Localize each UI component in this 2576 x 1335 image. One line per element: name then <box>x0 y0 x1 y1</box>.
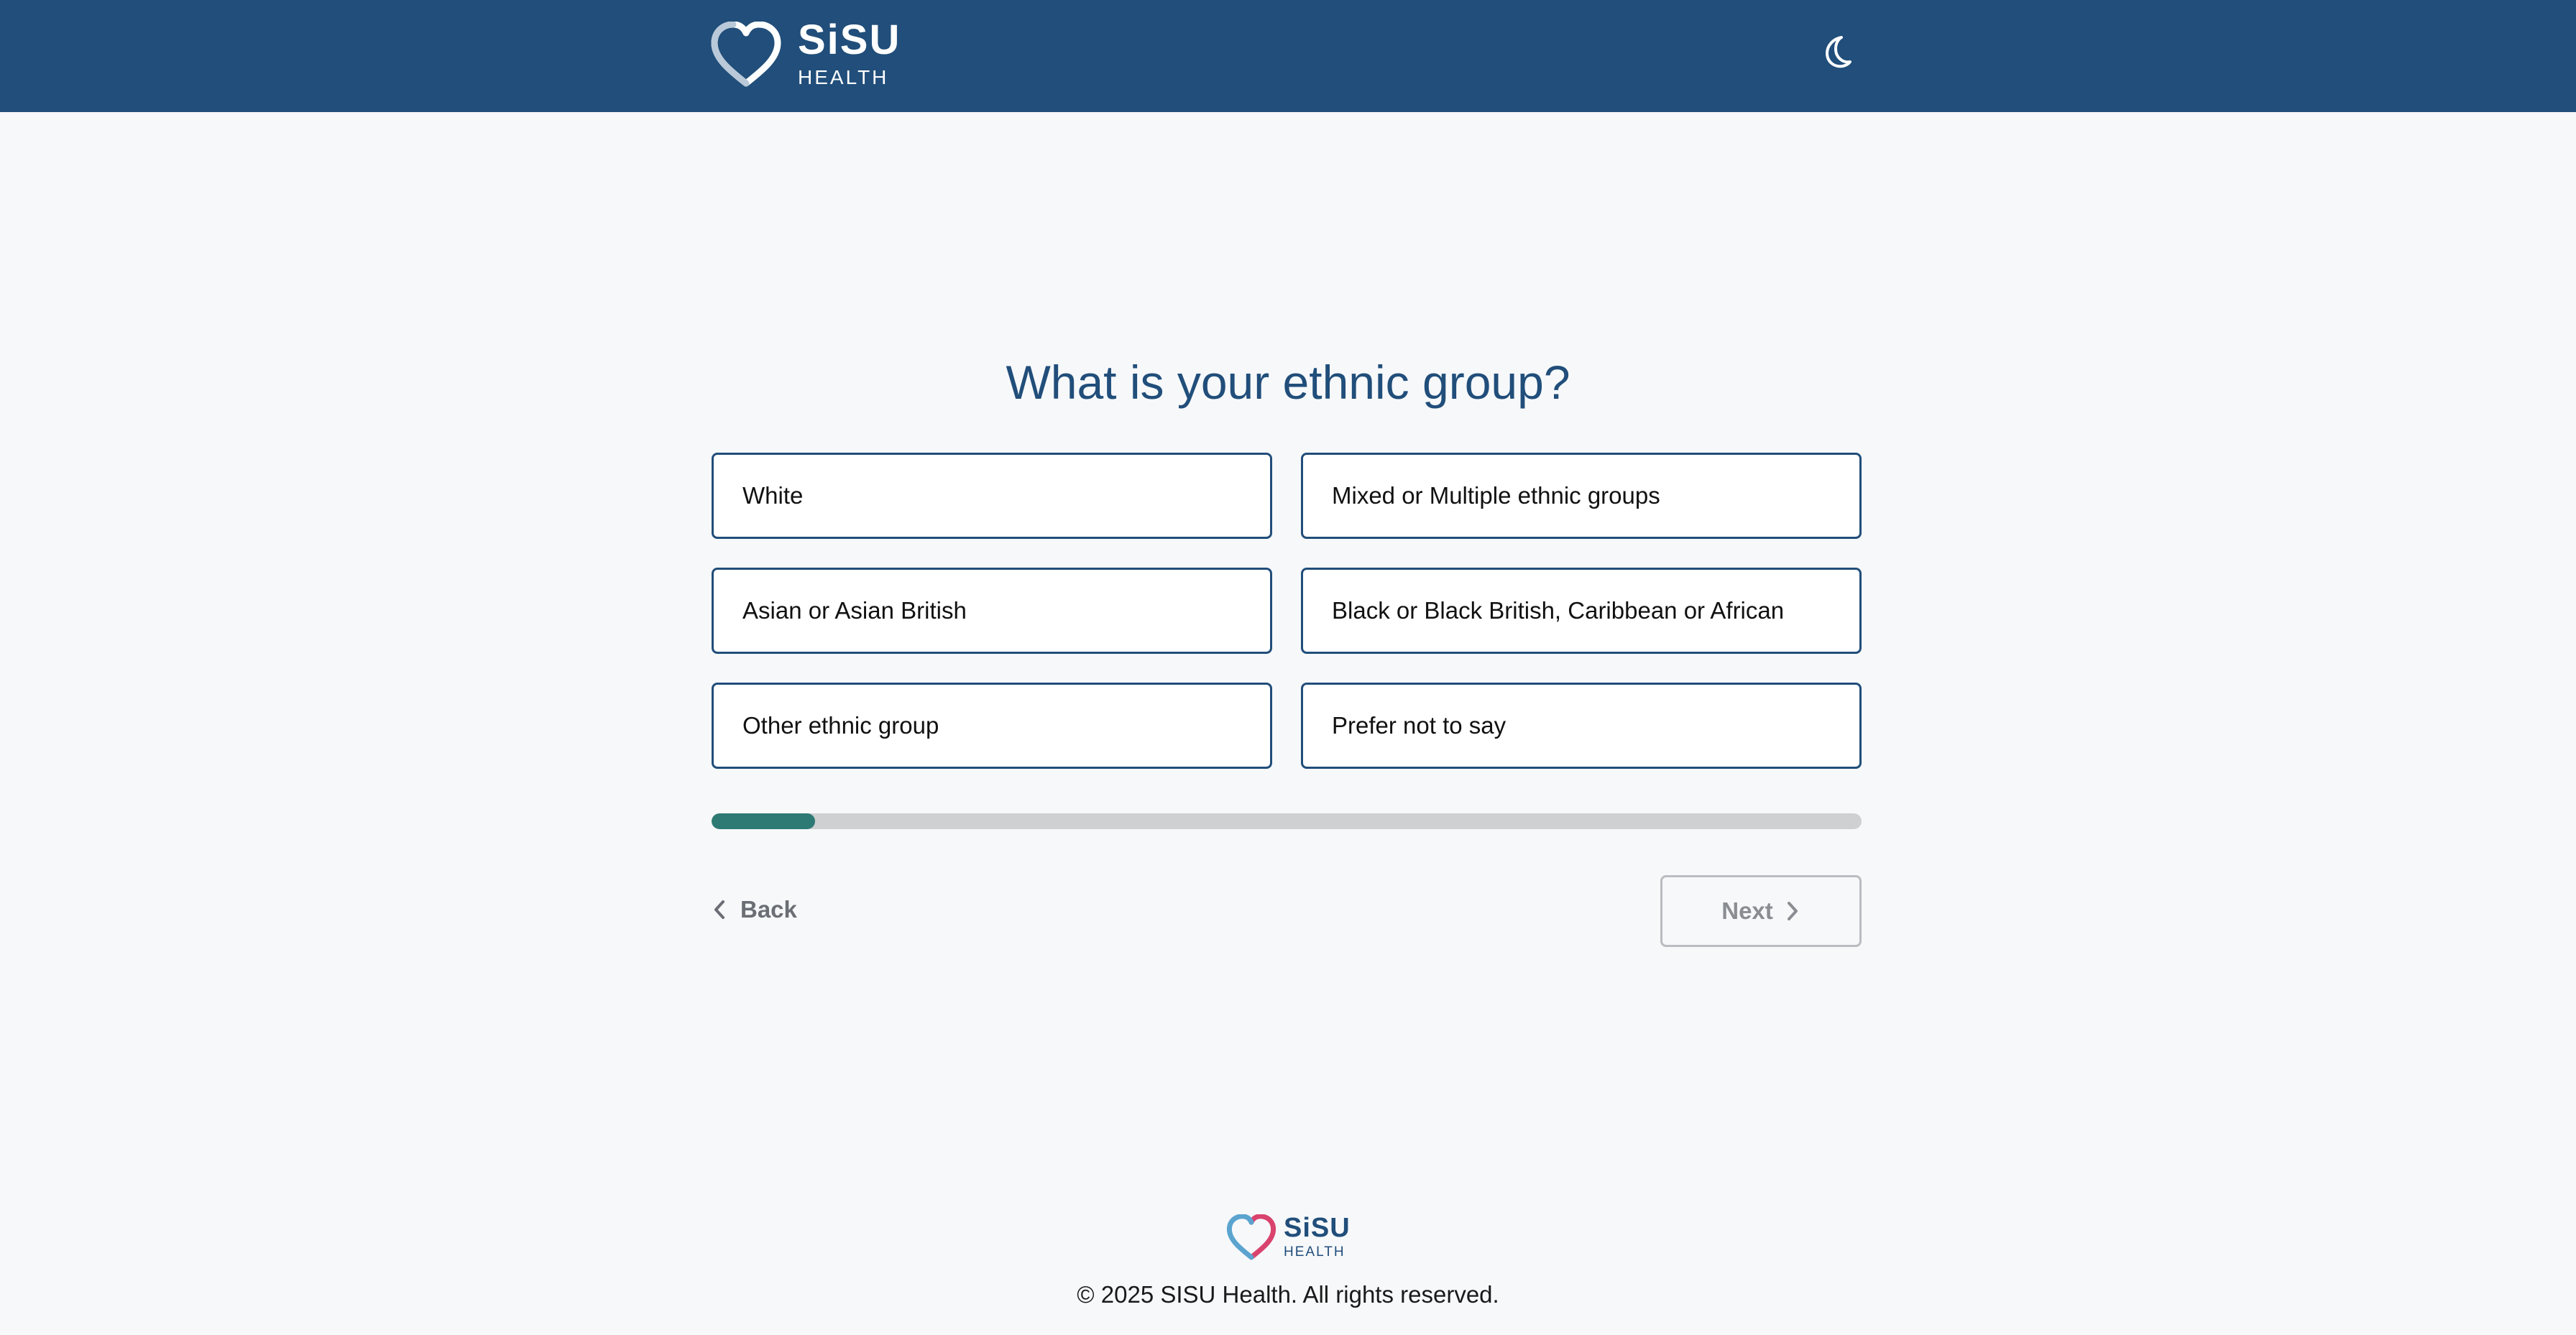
option-label: Prefer not to say <box>1332 712 1506 739</box>
option-prefer-not-to-say[interactable]: Prefer not to say <box>1301 683 1862 769</box>
option-label: Asian or Asian British <box>742 597 967 624</box>
progress-bar <box>712 813 1862 829</box>
back-button-label: Back <box>740 896 797 923</box>
next-button-label: Next <box>1721 897 1773 924</box>
header-logo[interactable]: SiSU HEALTH <box>710 19 901 91</box>
option-white[interactable]: White <box>712 453 1272 539</box>
footer-logo: SiSU HEALTH <box>1226 1214 1351 1260</box>
footer-brand-text: SiSU <box>1284 1213 1351 1243</box>
theme-toggle-button[interactable] <box>1817 33 1854 70</box>
top-header: SiSU HEALTH <box>0 0 2576 112</box>
copyright-text: © 2025 SISU Health. All rights reserved. <box>1077 1281 1499 1308</box>
option-asian[interactable]: Asian or Asian British <box>712 568 1272 654</box>
chevron-left-icon <box>714 900 724 919</box>
question-title: What is your ethnic group? <box>1006 356 1570 409</box>
progress-bar-fill <box>712 813 815 829</box>
option-label: Mixed or Multiple ethnic groups <box>1332 482 1660 509</box>
moon-icon <box>1826 36 1852 68</box>
chevron-right-icon <box>1787 902 1798 920</box>
heart-icon <box>1226 1214 1276 1260</box>
option-black[interactable]: Black or Black British, Caribbean or Afr… <box>1301 568 1862 654</box>
option-label: Black or Black British, Caribbean or Afr… <box>1332 597 1785 624</box>
header-brand-text: SiSU <box>798 17 901 63</box>
header-brand-subtext: HEALTH <box>798 66 889 88</box>
next-button[interactable]: Next <box>1660 875 1862 947</box>
option-mixed[interactable]: Mixed or Multiple ethnic groups <box>1301 453 1862 539</box>
footer-brand-subtext: HEALTH <box>1284 1244 1346 1260</box>
option-other[interactable]: Other ethnic group <box>712 683 1272 769</box>
heart-icon <box>711 22 781 87</box>
option-label: White <box>742 482 804 509</box>
option-label: Other ethnic group <box>742 712 939 739</box>
back-button[interactable]: Back <box>712 888 797 931</box>
